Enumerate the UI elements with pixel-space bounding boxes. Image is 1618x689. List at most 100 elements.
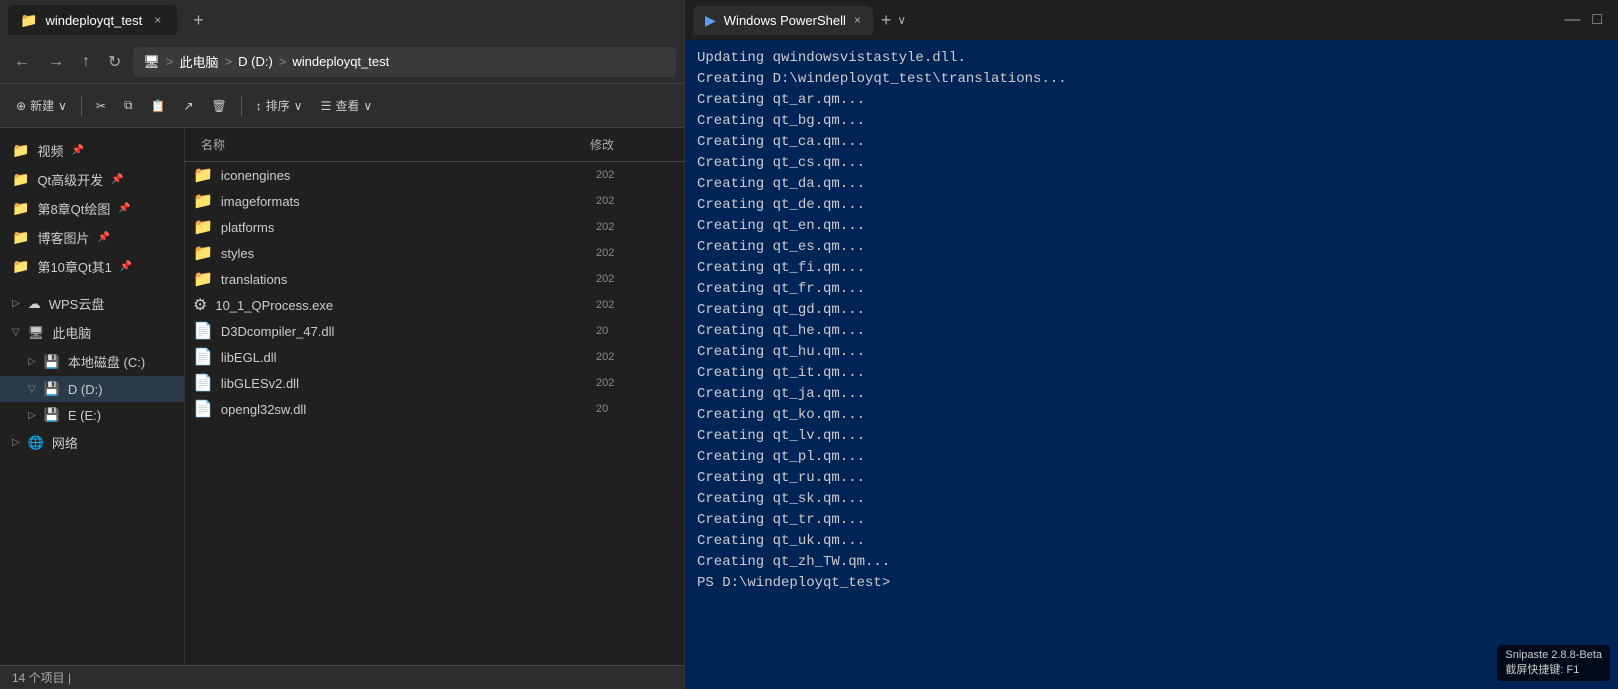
file-row-d3dcompiler[interactable]: 📄 D3Dcompiler_47.dll 20 xyxy=(185,318,684,344)
ps-maximize-button[interactable]: □ xyxy=(1592,11,1602,29)
paste-button[interactable]: 📋 xyxy=(143,95,174,117)
ps-line: Creating qt_he.qm... xyxy=(697,321,1606,342)
address-computer-icon: 🖥 xyxy=(143,54,160,70)
ps-line: Creating qt_fi.qm... xyxy=(697,258,1606,279)
file-row-libegl[interactable]: 📄 libEGL.dll 202 xyxy=(185,344,684,370)
snipaste-shortcut: 截屏快捷键: F1 xyxy=(1505,661,1602,677)
file-name: opengl32sw.dll xyxy=(221,402,596,417)
up-button[interactable]: ↑ xyxy=(76,49,96,75)
ps-line: Creating qt_en.qm... xyxy=(697,216,1606,237)
cut-button[interactable]: ✂ xyxy=(88,95,114,117)
ps-minimize-button[interactable]: — xyxy=(1564,11,1580,29)
file-row-iconengines[interactable]: 📁 iconengines 202 xyxy=(185,162,684,188)
folder-icon: 📁 xyxy=(12,229,29,246)
file-name: D3Dcompiler_47.dll xyxy=(221,324,596,339)
sidebar-item-qt-advanced[interactable]: 📁 Qt高级开发 📌 xyxy=(0,165,184,194)
ps-line: Updating qwindowsvistastyle.dll. xyxy=(697,48,1606,69)
folder-icon: 📁 xyxy=(12,258,29,275)
ps-line: Creating qt_tr.qm... xyxy=(697,510,1606,531)
refresh-button[interactable]: ↻ xyxy=(102,48,127,76)
ps-line: Creating qt_uk.qm... xyxy=(697,531,1606,552)
expand-icon: ▷ xyxy=(28,356,36,367)
drive-icon: 💾 xyxy=(44,354,60,370)
view-chevron: ∨ xyxy=(363,99,372,113)
ps-new-tab-button[interactable]: + xyxy=(881,10,892,31)
file-row-platforms[interactable]: 📁 platforms 202 xyxy=(185,214,684,240)
file-name: libEGL.dll xyxy=(221,350,596,365)
file-date: 202 xyxy=(596,195,676,207)
back-button[interactable]: ← xyxy=(8,49,36,75)
tab-close-button[interactable]: × xyxy=(150,11,165,29)
ps-line: Creating qt_ko.qm... xyxy=(697,405,1606,426)
file-row-opengl32sw[interactable]: 📄 opengl32sw.dll 20 xyxy=(185,396,684,422)
address-folder: windeployqt_test xyxy=(292,54,389,69)
explorer-nav-bar: ← → ↑ ↻ 🖥 > 此电脑 > D (D:) > windeployqt_t… xyxy=(0,40,684,84)
file-name: styles xyxy=(221,246,596,261)
file-name: 10_1_QProcess.exe xyxy=(215,298,596,313)
file-row-translations[interactable]: 📁 translations 202 xyxy=(185,266,684,292)
sidebar-item-network[interactable]: ▷ 🌐 网络 xyxy=(0,428,184,457)
share-button[interactable]: ↗ xyxy=(175,95,201,117)
drive-icon: 💾 xyxy=(44,407,60,423)
new-tab-button[interactable]: + xyxy=(185,6,212,35)
delete-button[interactable]: 🗑 xyxy=(204,95,235,117)
sidebar-item-wps-cloud[interactable]: ▷ ☁ WPS云盘 xyxy=(0,289,184,318)
forward-button[interactable]: → xyxy=(42,49,70,75)
address-bar[interactable]: 🖥 > 此电脑 > D (D:) > windeployqt_test xyxy=(133,47,676,77)
pin-icon: 📌 xyxy=(120,261,132,272)
drive-icon: 💾 xyxy=(44,381,60,397)
file-row-styles[interactable]: 📁 styles 202 xyxy=(185,240,684,266)
sidebar-item-drive-c[interactable]: ▷ 💾 本地磁盘 (C:) xyxy=(0,347,184,376)
sidebar-item-label: 网络 xyxy=(52,433,78,452)
sidebar-item-this-pc[interactable]: ▽ 🖥 此电脑 xyxy=(0,318,184,347)
explorer-tab[interactable]: 📁 windeployqt_test × xyxy=(8,5,177,35)
dll-icon: 📄 xyxy=(193,373,213,393)
toolbar-separator xyxy=(81,96,82,116)
explorer-window: 📁 windeployqt_test × + ← → ↑ ↻ 🖥 > 此电脑 >… xyxy=(0,0,685,689)
folder-icon: 📁 xyxy=(193,191,213,211)
file-date: 202 xyxy=(596,351,676,363)
file-date: 202 xyxy=(596,169,676,181)
folder-icon: 📁 xyxy=(193,165,213,185)
ps-window-controls: — □ xyxy=(1564,11,1610,29)
file-name: imageformats xyxy=(221,194,596,209)
sort-chevron: ∨ xyxy=(294,99,303,113)
ps-dropdown-button[interactable]: ∨ xyxy=(897,13,906,27)
pin-icon: 📌 xyxy=(118,203,130,214)
ps-line: PS D:\windeployqt_test> xyxy=(697,573,1606,594)
ps-tab[interactable]: ▶ Windows PowerShell × xyxy=(693,6,873,35)
sidebar-item-qt-drawing[interactable]: 📁 第8章Qt绘图 📌 xyxy=(0,194,184,223)
file-date: 20 xyxy=(596,403,676,415)
file-row-libglesv2[interactable]: 📄 libGLESv2.dll 202 xyxy=(185,370,684,396)
cloud-icon: ☁ xyxy=(28,296,41,312)
address-computer: 此电脑 xyxy=(180,52,219,71)
view-icon: ☰ xyxy=(321,99,332,113)
sidebar-item-blog-imgs[interactable]: 📁 博客图片 📌 xyxy=(0,223,184,252)
ps-line: Creating qt_zh_TW.qm... xyxy=(697,552,1606,573)
ps-close-button[interactable]: × xyxy=(854,13,861,27)
address-drive: D (D:) xyxy=(238,54,273,69)
folder-icon: 📁 xyxy=(12,142,29,159)
ps-content[interactable]: Updating qwindowsvistastyle.dll. Creating… xyxy=(685,40,1618,689)
status-bar: 14 个项目 | xyxy=(0,665,684,689)
exe-icon: ⚙ xyxy=(193,295,207,315)
expand-icon: ▽ xyxy=(28,384,36,395)
sidebar-item-videos[interactable]: 📁 视频 📌 xyxy=(0,136,184,165)
file-date: 202 xyxy=(596,247,676,259)
file-row-qprocess-exe[interactable]: ⚙ 10_1_QProcess.exe 202 xyxy=(185,292,684,318)
sidebar-item-drive-e[interactable]: ▷ 💾 E (E:) xyxy=(0,402,184,428)
sidebar-item-qt-ch10[interactable]: 📁 第10章Qt其1 📌 xyxy=(0,252,184,281)
file-name: platforms xyxy=(221,220,596,235)
sidebar-item-label: D (D:) xyxy=(68,382,103,397)
copy-button[interactable]: ⧉ xyxy=(116,94,141,117)
file-row-imageformats[interactable]: 📁 imageformats 202 xyxy=(185,188,684,214)
explorer-toolbar: ⊕ 新建 ∨ ✂ ⧉ 📋 ↗ 🗑 ↕ 排序 ∨ ☰ 查看 ∨ xyxy=(0,84,684,128)
explorer-content: 📁 视频 📌 📁 Qt高级开发 📌 📁 第8章Qt绘图 📌 📁 博客图片 📌 � xyxy=(0,128,684,665)
new-button[interactable]: ⊕ 新建 ∨ xyxy=(8,93,75,118)
sidebar-item-label: 此电脑 xyxy=(52,323,91,342)
ps-line: Creating qt_hu.qm... xyxy=(697,342,1606,363)
dll-icon: 📄 xyxy=(193,347,213,367)
view-button[interactable]: ☰ 查看 ∨ xyxy=(313,93,381,118)
sidebar-item-drive-d[interactable]: ▽ 💾 D (D:) xyxy=(0,376,184,402)
sort-button[interactable]: ↕ 排序 ∨ xyxy=(248,93,311,118)
